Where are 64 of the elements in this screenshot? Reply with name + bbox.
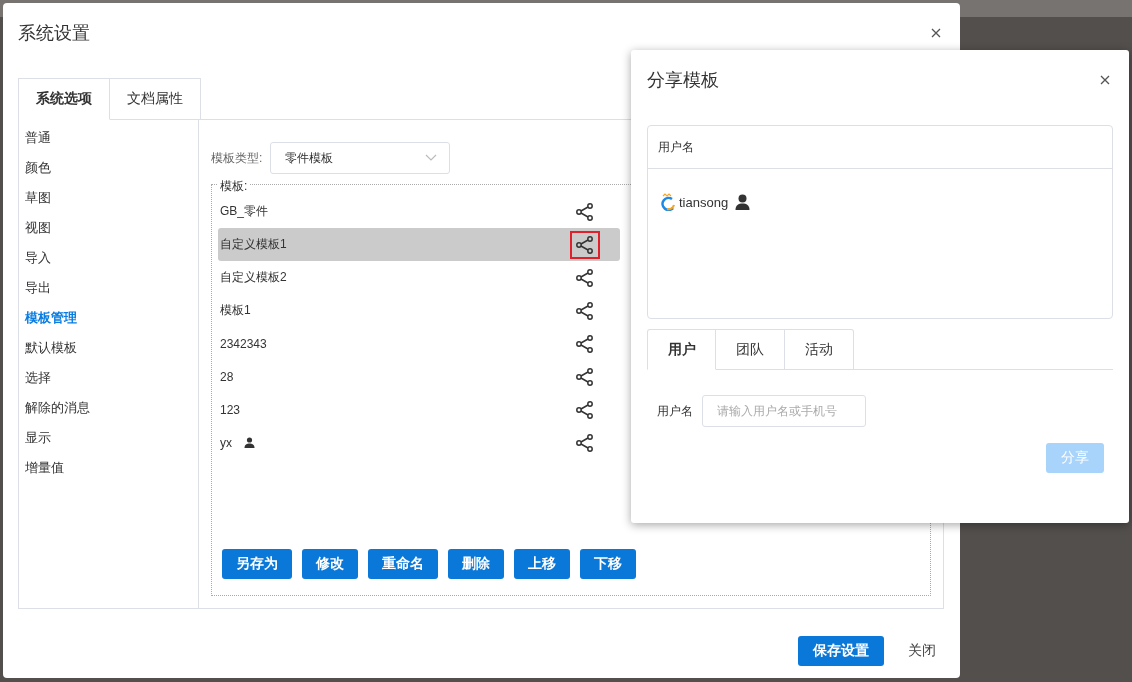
- tab[interactable]: 系统选项: [19, 78, 110, 120]
- sidebar-item[interactable]: 默认模板: [19, 333, 198, 363]
- sidebar-item[interactable]: 解除的消息: [19, 393, 198, 423]
- template-name: 自定义模板2: [220, 269, 287, 286]
- sidebar-item[interactable]: 普通: [19, 123, 198, 153]
- sidebar-item[interactable]: 选择: [19, 363, 198, 393]
- username-label: 用户名: [657, 402, 693, 420]
- sidebar-item[interactable]: 颜色: [19, 153, 198, 183]
- user-icon: [735, 194, 751, 210]
- template-name: 自定义模板1: [220, 236, 287, 253]
- action-button[interactable]: 重命名: [368, 549, 438, 579]
- column-header: 用户名: [658, 138, 694, 156]
- action-button[interactable]: 另存为: [222, 549, 292, 579]
- tab[interactable]: 活动: [785, 329, 854, 370]
- template-row[interactable]: 123: [218, 393, 620, 426]
- share-button[interactable]: [570, 230, 600, 259]
- sidebar-item[interactable]: 模板管理: [19, 303, 198, 333]
- template-type-label: 模板类型:: [211, 149, 263, 167]
- sidebar-item[interactable]: 视图: [19, 213, 198, 243]
- username-input[interactable]: 请输入用户名或手机号: [702, 395, 866, 427]
- action-button[interactable]: 删除: [448, 549, 504, 579]
- template-row[interactable]: 2342343: [218, 327, 620, 360]
- share-icon: [575, 300, 595, 321]
- logo-icon: [660, 193, 676, 211]
- template-name: 28: [220, 369, 234, 384]
- user-name: tiansong: [679, 194, 729, 210]
- tab[interactable]: 团队: [716, 329, 785, 370]
- share-icon: [575, 201, 595, 222]
- action-button[interactable]: 上移: [514, 549, 570, 579]
- share-icon: [575, 366, 595, 387]
- template-list-legend: 模板:: [218, 180, 250, 192]
- action-button[interactable]: 下移: [580, 549, 636, 579]
- template-row[interactable]: 自定义模板1: [218, 228, 620, 261]
- template-row[interactable]: 模板1: [218, 294, 620, 327]
- template-name: yx: [220, 435, 232, 450]
- sidebar-item[interactable]: 草图: [19, 183, 198, 213]
- share-icon: [575, 333, 595, 354]
- dialog-title: 系统设置: [18, 22, 90, 45]
- template-row[interactable]: 自定义模板2: [218, 261, 620, 294]
- template-name: 123: [220, 402, 241, 417]
- close-link[interactable]: 关闭: [908, 641, 936, 660]
- action-button[interactable]: 修改: [302, 549, 358, 579]
- template-row[interactable]: GB_零件: [218, 195, 620, 228]
- template-name: 2342343: [220, 336, 267, 351]
- sidebar-item[interactable]: 增量值: [19, 453, 198, 483]
- save-settings-button[interactable]: 保存设置: [798, 635, 884, 666]
- share-icon: [575, 399, 595, 420]
- template-type-dropdown[interactable]: 零件模板: [270, 142, 451, 174]
- tab[interactable]: 用户: [647, 329, 716, 370]
- close-icon: [931, 28, 941, 38]
- share-icon: [575, 432, 595, 453]
- sidebar-item[interactable]: 导出: [19, 273, 198, 303]
- chevron-down-icon: [425, 154, 438, 162]
- close-icon: [1100, 75, 1110, 85]
- sidebar-item[interactable]: 导入: [19, 243, 198, 273]
- template-name: 模板1: [220, 302, 251, 319]
- share-icon: [575, 267, 595, 288]
- template-row[interactable]: yx: [218, 426, 620, 459]
- template-name: GB_零件: [220, 203, 268, 220]
- sidebar-item[interactable]: 显示: [19, 423, 198, 453]
- template-row[interactable]: 28: [218, 360, 620, 393]
- tab[interactable]: 文档属性: [110, 78, 201, 120]
- dialog-title: 分享模板: [647, 69, 719, 92]
- share-icon: [575, 234, 595, 255]
